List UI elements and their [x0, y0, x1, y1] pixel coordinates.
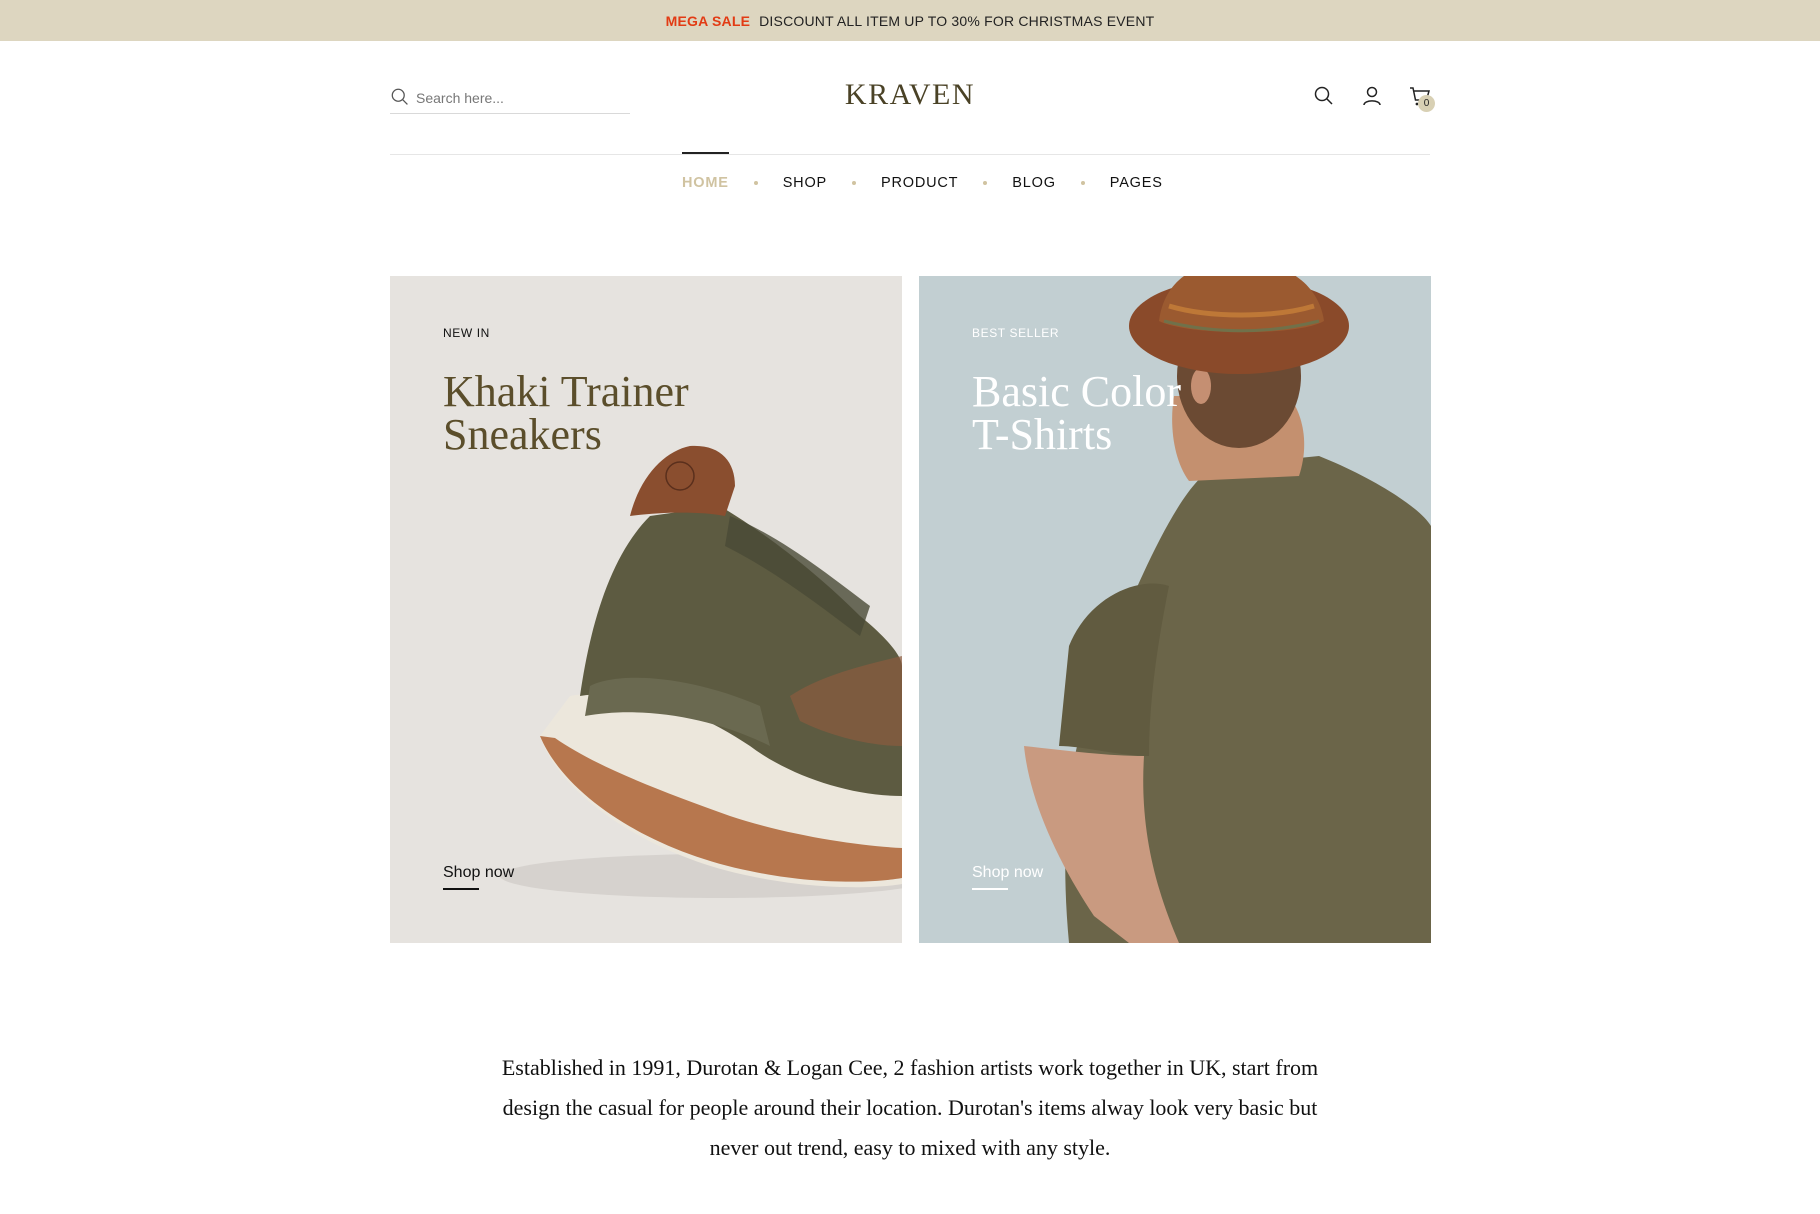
nav-item-pages[interactable]: PAGES [1110, 175, 1163, 191]
search-icon [391, 88, 408, 105]
nav-separator [852, 181, 856, 185]
announcement-bar: MEGA SALE DISCOUNT ALL ITEM UP TO 30% FO… [0, 0, 1820, 41]
banner-title-line: T-Shirts [972, 410, 1113, 459]
search-input[interactable] [416, 89, 616, 106]
user-icon[interactable] [1360, 84, 1384, 108]
about-text: Established in 1991, Durotan & Logan Cee… [430, 1048, 1390, 1168]
site-logo[interactable]: KRAVEN [800, 78, 1020, 112]
banner-title: Basic Color T-Shirts [972, 367, 1392, 459]
nav-item-shop[interactable]: SHOP [783, 175, 827, 191]
cart-count-badge: 0 [1418, 95, 1435, 112]
sale-highlight: MEGA SALE [665, 12, 751, 29]
nav-separator [983, 181, 988, 185]
nav-item-product[interactable]: PRODUCT [881, 175, 958, 191]
nav-item-home[interactable]: HOME [682, 175, 729, 191]
banner-title-line: Basic Color [972, 367, 1181, 416]
announcement-message: DISCOUNT ALL ITEM UP TO 30% FOR CHRISTMA… [759, 12, 1155, 29]
shop-now-link[interactable]: Shop now [972, 864, 1043, 890]
about-line: Established in 1991, Durotan & Logan Cee… [501, 1055, 1319, 1080]
nav-item-blog[interactable]: BLOG [1012, 175, 1056, 191]
search-box[interactable] [390, 82, 630, 114]
active-nav-indicator [682, 152, 729, 154]
search-icon[interactable] [1312, 84, 1336, 108]
banner-title: Khaki Trainer Sneakers [443, 367, 863, 459]
nav-separator [753, 181, 758, 185]
banner-tshirts[interactable]: BEST SELLER Basic Color T-Shirts Shop no… [919, 276, 1431, 943]
banner-sneakers[interactable]: NEW IN Khaki Trainer Sneakers Shop now [390, 276, 902, 943]
banner-title-line: Khaki Trainer [443, 367, 689, 416]
about-line: design the casual for people around thei… [502, 1095, 1318, 1120]
nav-separator [1080, 181, 1085, 185]
header-divider [390, 154, 1430, 155]
banner-title-line: Sneakers [443, 410, 602, 459]
banner-tag: BEST SELLER [972, 326, 1060, 340]
about-line: never out trend, easy to mixed with any … [709, 1135, 1111, 1160]
shop-now-link[interactable]: Shop now [443, 864, 514, 890]
banner-tag: NEW IN [443, 326, 490, 340]
main-nav: HOME SHOP PRODUCT BLOG PAGES [682, 175, 1163, 191]
